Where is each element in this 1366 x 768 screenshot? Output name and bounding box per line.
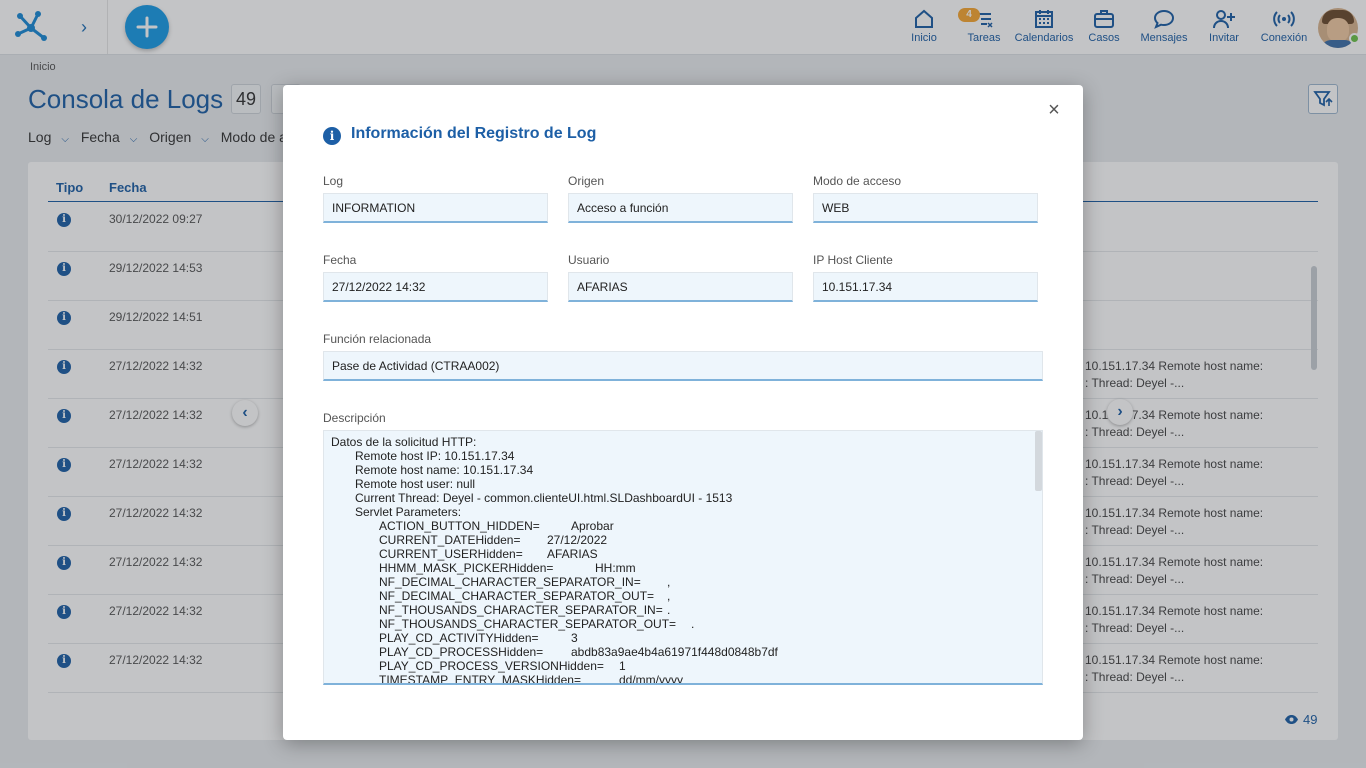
field-label-modo: Modo de acceso (813, 174, 902, 188)
description-line: Servlet Parameters: (355, 505, 462, 519)
field-label-origen: Origen (568, 174, 605, 188)
description-line: PLAY_CD_PROCESSHidden= (379, 645, 544, 659)
description-line: PLAY_CD_ACTIVITYHidden= (379, 631, 539, 645)
description-value: AFARIAS (547, 547, 598, 561)
description-line: HHMM_MASK_PICKERHidden= (379, 561, 554, 575)
field-label-ip: IP Host Cliente (813, 253, 893, 267)
description-value: HH:mm (595, 561, 636, 575)
description-value: . (691, 617, 695, 631)
description-line: ACTION_BUTTON_HIDDEN= (379, 519, 540, 533)
description-line: Remote host name: 10.151.17.34 (355, 463, 534, 477)
description-value: . (667, 603, 671, 617)
description-value: dd/mm/yyyy (619, 673, 684, 685)
description-value: 3 (571, 631, 578, 645)
description-value: , (667, 589, 671, 603)
fecha-field[interactable]: 27/12/2022 14:32 (323, 272, 548, 302)
dialog-title: Información del Registro de Log (351, 125, 597, 142)
description-line: Datos de la solicitud HTTP: (331, 435, 477, 449)
description-line: Remote host IP: 10.151.17.34 (355, 449, 515, 463)
log-detail-dialog: × i Información del Registro de Log Log … (283, 85, 1083, 740)
description-line: CURRENT_USERHidden= (379, 547, 523, 561)
ip-host-field[interactable]: 10.151.17.34 (813, 272, 1038, 302)
description-line: PLAY_CD_PROCESS_VERSIONHidden= (379, 659, 604, 673)
description-line: Current Thread: Deyel - common.clienteUI… (355, 491, 733, 505)
descripcion-textarea[interactable]: Datos de la solicitud HTTP: Remote host I… (323, 430, 1043, 685)
field-label-usuario: Usuario (568, 253, 610, 267)
description-line: NF_DECIMAL_CHARACTER_SEPARATOR_OUT= (379, 589, 655, 603)
field-label-funcion: Función relacionada (323, 332, 432, 346)
description-line: CURRENT_DATEHidden= (379, 533, 521, 547)
description-line: NF_THOUSANDS_CHARACTER_SEPARATOR_OUT= (379, 617, 677, 631)
description-line: Remote host user: null (355, 477, 476, 491)
field-label-log: Log (323, 174, 344, 188)
description-line: NF_DECIMAL_CHARACTER_SEPARATOR_IN= (379, 575, 641, 589)
modo-acceso-field[interactable]: WEB (813, 193, 1038, 223)
description-scrollbar[interactable] (1035, 431, 1042, 491)
log-field[interactable]: INFORMATION (323, 193, 548, 223)
description-value: , (667, 575, 671, 589)
funcion-relacionada-field[interactable]: Pase de Actividad (CTRAA002) (323, 351, 1043, 381)
field-label-descripcion: Descripción (323, 411, 386, 425)
info-icon: i (323, 127, 341, 145)
usuario-field[interactable]: AFARIAS (568, 272, 793, 302)
description-value: Aprobar (571, 519, 614, 533)
origen-field[interactable]: Acceso a función (568, 193, 793, 223)
description-value: 27/12/2022 (547, 533, 608, 547)
close-icon[interactable]: × (1045, 100, 1063, 120)
description-value: 1 (619, 659, 626, 673)
description-line: NF_THOUSANDS_CHARACTER_SEPARATOR_IN= (379, 603, 663, 617)
description-line: TIMESTAMP_ENTRY_MASKHidden= (379, 673, 581, 685)
field-label-fecha: Fecha (323, 253, 357, 267)
description-value: abdb83a9ae4b4a61971f448d0848b7df (571, 645, 778, 659)
